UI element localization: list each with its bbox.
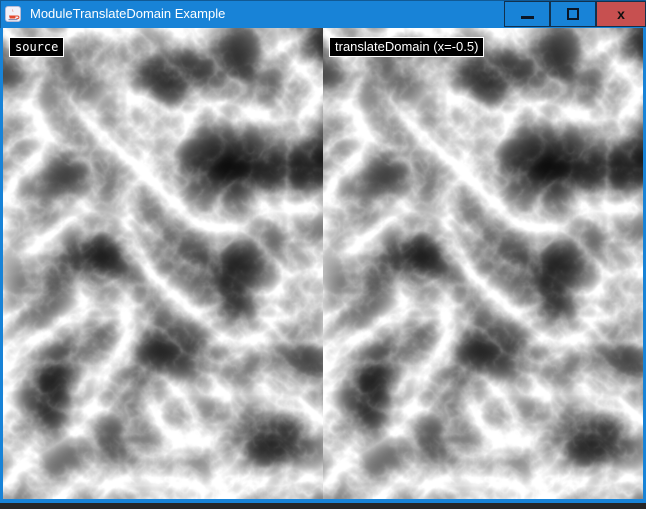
close-button[interactable]: x: [596, 1, 646, 27]
minimize-icon: [521, 16, 534, 19]
panel-source: source: [3, 28, 323, 499]
window-controls: x: [504, 1, 646, 27]
app-window: ModuleTranslateDomain Example x source t…: [0, 0, 646, 509]
source-noise-image: [3, 28, 323, 499]
translate-domain-label: translateDomain (x=-0.5): [329, 37, 484, 57]
desktop-strip: [0, 503, 646, 509]
close-icon: x: [617, 3, 625, 25]
maximize-icon: [567, 8, 579, 20]
panel-translate-domain: translateDomain (x=-0.5): [323, 28, 643, 499]
window-title: ModuleTranslateDomain Example: [30, 0, 225, 28]
java-icon: [5, 6, 21, 22]
source-label: source: [9, 37, 64, 57]
content-area: source translateDomain (x=-0.5): [0, 28, 646, 503]
minimize-button[interactable]: [504, 1, 550, 27]
maximize-button[interactable]: [550, 1, 596, 27]
titlebar[interactable]: ModuleTranslateDomain Example x: [0, 0, 646, 28]
translate-domain-noise-image: [323, 28, 643, 499]
